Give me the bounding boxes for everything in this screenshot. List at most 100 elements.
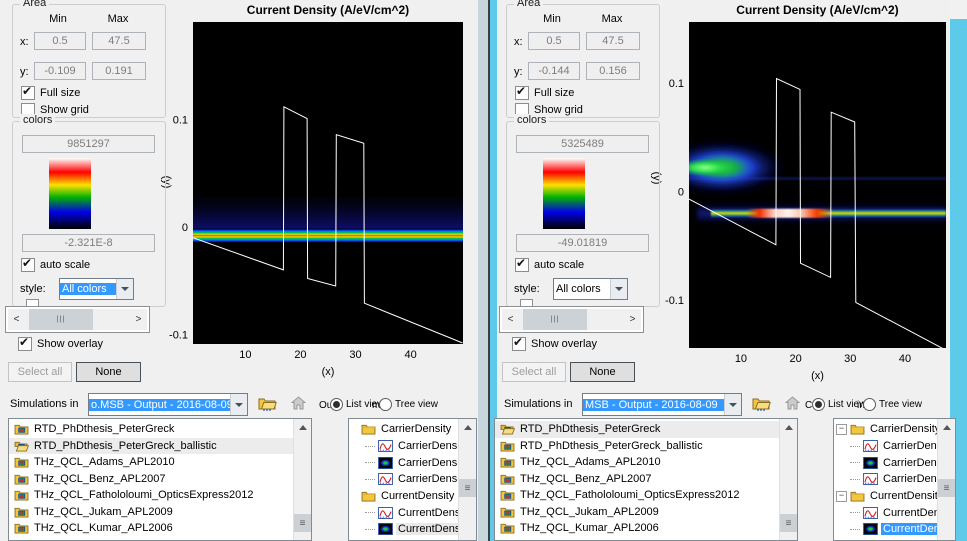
list-item[interactable]: THz_QCL_Fathololoumi_OpticsExpress2012 <box>9 487 294 504</box>
y-tick-label: 0 <box>678 187 684 199</box>
list-item[interactable]: THz_QCL_Adams_APL2010 <box>9 454 294 471</box>
x-max-field[interactable]: 47.5 <box>92 32 146 50</box>
list-item[interactable]: THz_QCL_Jukam_APL2009 <box>495 504 780 521</box>
select-all-button[interactable]: Select all <box>8 362 72 382</box>
dropdown-button[interactable] <box>116 279 133 299</box>
color-scale-max-field[interactable]: 5325489 <box>516 135 649 153</box>
x-min-field[interactable]: 0.5 <box>34 32 86 50</box>
browse-folder-button[interactable] <box>750 393 772 413</box>
tree-folder[interactable]: −CurrentDensity <box>834 488 939 505</box>
tree-item[interactable]: CarrierDensity <box>349 471 460 488</box>
list-item[interactable]: THz_QCL_Adams_APL2010 <box>495 454 780 471</box>
tree-item[interactable]: CarrierDensity <box>834 438 939 455</box>
tree-item[interactable]: CurrentDensity <box>349 504 460 521</box>
tree-folder[interactable]: CurrentDensity <box>349 488 460 505</box>
scroll-left-button[interactable]: < <box>8 309 25 330</box>
tree-view-radio[interactable]: Tree view <box>379 398 438 411</box>
plot-pan-scrollbar[interactable]: < ||| > <box>5 306 150 333</box>
auto-scale-checkbox[interactable]: auto scale <box>515 258 584 272</box>
scroll-up-button[interactable] <box>294 419 311 435</box>
show-overlay-checkbox[interactable]: Show overlay <box>512 337 597 351</box>
list-item[interactable]: RTD_PhDthesis_PeterGreck <box>495 421 780 438</box>
tree-folder[interactable]: CarrierDensity <box>349 421 460 438</box>
none-button[interactable]: None <box>76 362 141 382</box>
list-item[interactable]: RTD_PhDthesis_PeterGreck_ballistic <box>9 438 294 455</box>
plot-pan-scrollbar[interactable]: < ||| > <box>499 306 644 333</box>
list-item[interactable]: THz_QCL_Luo_APL2007 <box>495 537 780 541</box>
list-item[interactable]: THz_QCL_Benz_APL2007 <box>495 471 780 488</box>
list-item[interactable]: RTD_PhDthesis_PeterGreck_ballistic <box>495 438 780 455</box>
y-tick-label: -0.1 <box>169 329 188 341</box>
scrollbar-thumb[interactable]: ||| <box>29 309 93 330</box>
scroll-right-button[interactable]: > <box>130 309 147 330</box>
color-scale-min-field[interactable]: -2.321E-8 <box>22 234 155 252</box>
tree-item[interactable]: CarrierDensity <box>834 454 939 471</box>
collapse-toggle[interactable]: − <box>836 424 847 435</box>
list-item[interactable]: THz_QCL_Kumar_APL2006 <box>9 520 294 537</box>
tree-scrollbar[interactable]: ≡ <box>937 419 955 540</box>
y-max-field[interactable]: 0.191 <box>92 62 146 80</box>
list-item[interactable]: THz_QCL_Kumar_APL2006 <box>495 520 780 537</box>
style-select[interactable]: All colors <box>59 278 134 300</box>
y-min-field[interactable]: -0.144 <box>528 62 580 80</box>
none-button[interactable]: None <box>570 362 635 382</box>
list-scrollbar[interactable]: ≡ <box>293 419 311 540</box>
tree-item[interactable]: CurrentDensity <box>834 504 939 521</box>
scrollbar-thumb[interactable]: ||| <box>523 309 587 330</box>
dropdown-button[interactable] <box>610 279 627 299</box>
y-max-field[interactable]: 0.156 <box>586 62 640 80</box>
heatmap-plot[interactable]: 102030400.10-0.1(x) <box>160 0 480 385</box>
tree-folder[interactable]: −CarrierDensity <box>834 421 939 438</box>
folder-image-icon <box>500 473 515 485</box>
tree-item[interactable]: CarrierDensity <box>349 438 460 455</box>
list-item[interactable]: RTD_PhDthesis_PeterGreck <box>9 421 294 438</box>
show-overlay-checkbox[interactable]: Show overlay <box>18 337 103 351</box>
simulations-folder-select[interactable]: MSB - Output - 2016-08-09 <box>582 393 742 416</box>
x-max-field[interactable]: 47.5 <box>586 32 640 50</box>
scroll-up-button[interactable] <box>780 419 797 435</box>
collapse-toggle[interactable]: − <box>836 491 847 502</box>
y-min-field[interactable]: -0.109 <box>34 62 86 80</box>
browse-folder-button[interactable] <box>256 393 278 413</box>
heatmap-plot[interactable]: 102030400.10-0.1(x) <box>650 0 960 385</box>
scrollbar-track[interactable]: ||| <box>519 309 624 330</box>
plot-area[interactable] <box>193 22 463 344</box>
home-button[interactable] <box>781 393 803 413</box>
list-item[interactable]: THz_QCL_Jukam_APL2009 <box>9 504 294 521</box>
scrollbar-track[interactable]: ||| <box>25 309 130 330</box>
x-min-field[interactable]: 0.5 <box>528 32 580 50</box>
auto-scale-checkbox[interactable]: auto scale <box>21 258 90 272</box>
dropdown-button[interactable] <box>724 394 741 415</box>
color-scale-min-field[interactable]: -49.01819 <box>516 234 649 252</box>
list-item[interactable]: THz_QCL_Fathololoumi_OpticsExpress2012 <box>495 487 780 504</box>
scrollbar-thumb[interactable]: ≡ <box>459 479 476 497</box>
scrollbar-thumb[interactable]: ≡ <box>294 514 311 532</box>
simulations-folder-select[interactable]: o.MSB - Output - 2016-08-09 <box>88 393 248 416</box>
scroll-up-button[interactable] <box>459 419 476 435</box>
tree-item[interactable]: CarrierDensity <box>349 454 460 471</box>
scrollbar-thumb[interactable]: ≡ <box>938 479 955 497</box>
full-size-checkbox[interactable]: Full size <box>21 86 80 100</box>
tree-item[interactable]: CurrentDensity <box>834 521 939 538</box>
tree-scrollbar[interactable]: ≡ <box>458 419 476 540</box>
scroll-right-button[interactable]: > <box>624 309 641 330</box>
folder-icon <box>361 490 376 502</box>
scrollbar-thumb[interactable]: ≡ <box>780 514 797 532</box>
tree-item[interactable]: CurrentDensity <box>349 521 460 538</box>
select-all-button[interactable]: Select all <box>502 362 566 382</box>
tree-view-radio[interactable]: Tree view <box>863 398 922 411</box>
dropdown-button[interactable] <box>230 394 247 415</box>
list-item[interactable]: THz_QCL_Benz_APL2007 <box>9 471 294 488</box>
list-scrollbar[interactable]: ≡ <box>779 419 797 540</box>
tree-item[interactable]: CurrentDensity <box>834 538 939 540</box>
list-item[interactable]: THz_QCL_Luo_APL2007 <box>9 537 294 541</box>
home-button[interactable] <box>287 393 309 413</box>
style-select[interactable]: All colors <box>553 278 628 300</box>
scroll-left-button[interactable]: < <box>502 309 519 330</box>
color-scale-max-field[interactable]: 9851297 <box>22 135 155 153</box>
tree-item[interactable]: CarrierDensity <box>834 471 939 488</box>
max-column-header: Max <box>93 13 143 25</box>
tree-item[interactable]: CurrentDensity <box>349 538 460 540</box>
scroll-up-button[interactable] <box>938 419 955 435</box>
full-size-checkbox[interactable]: Full size <box>515 86 574 100</box>
